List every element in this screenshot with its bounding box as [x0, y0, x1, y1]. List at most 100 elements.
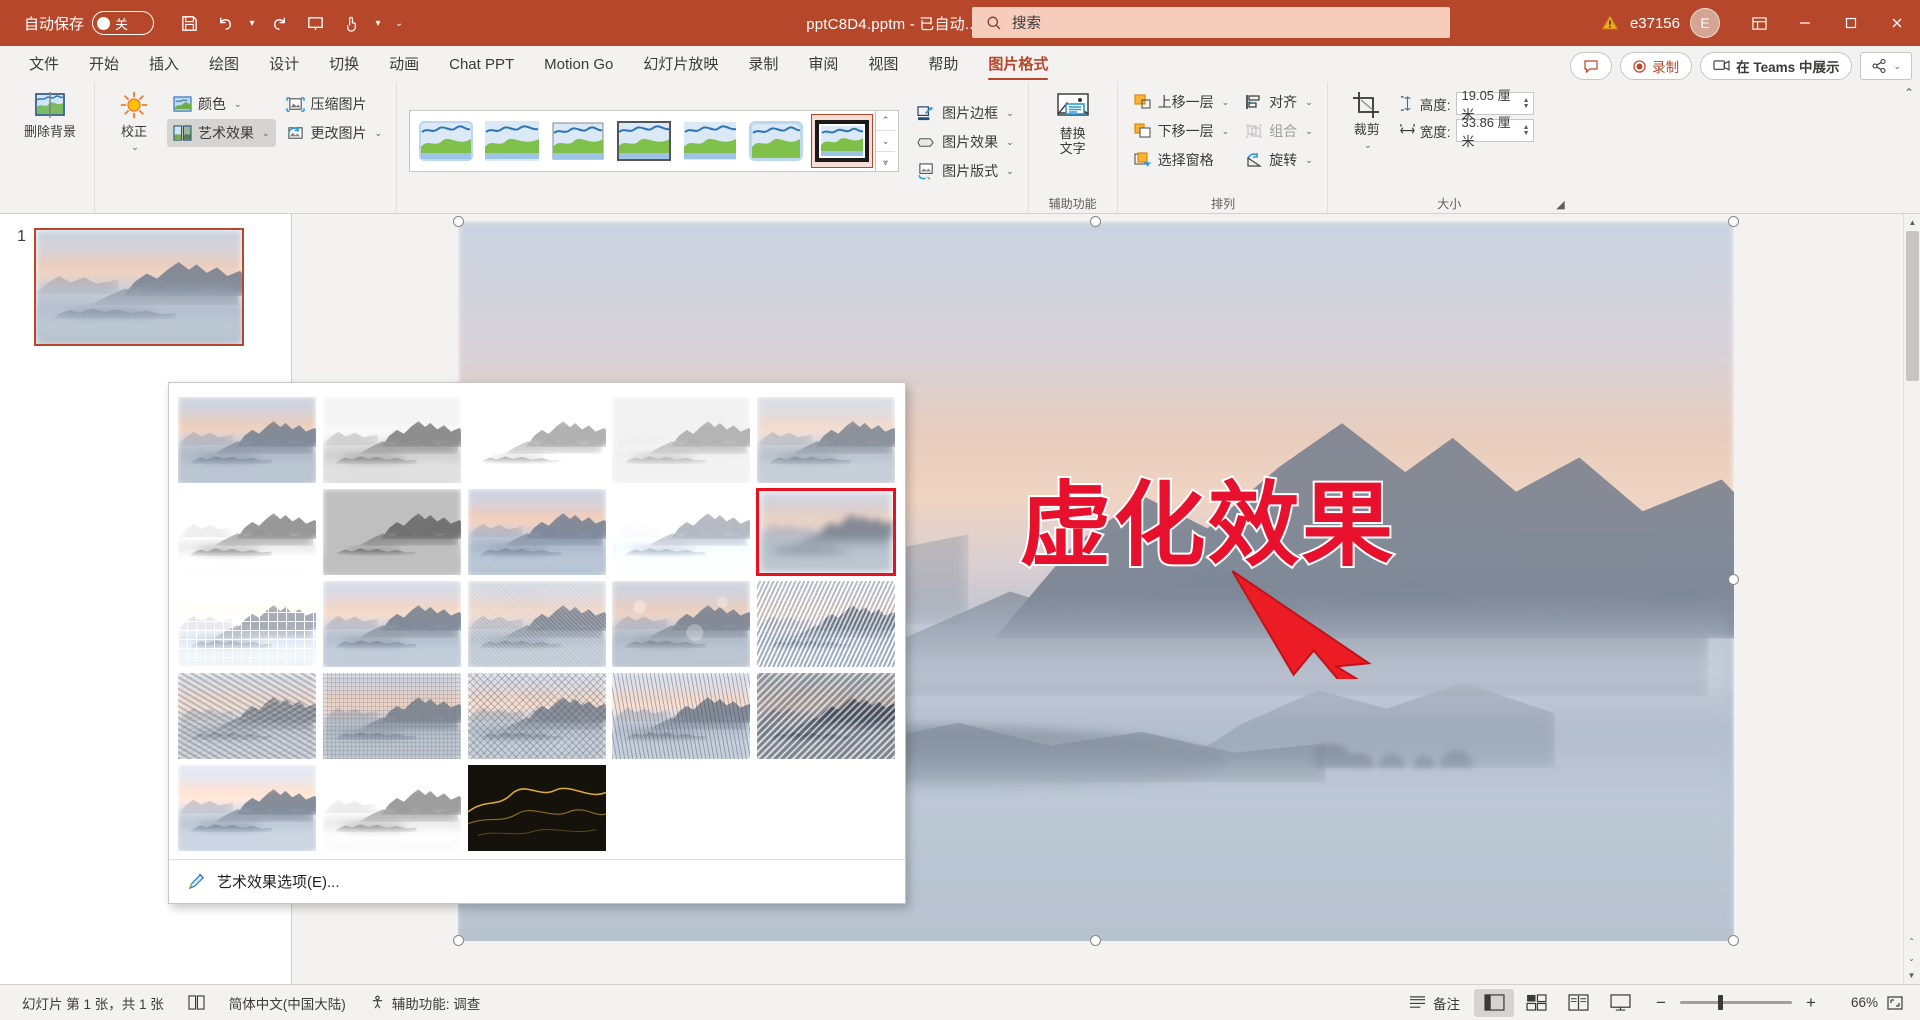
tab-design[interactable]: 设计 [254, 48, 314, 82]
bring-forward-button[interactable]: 上移一层 ⌄ [1128, 88, 1236, 116]
notes-button[interactable]: 备注 [1397, 989, 1472, 1017]
artistic-effect-watercolor-sponge[interactable] [322, 580, 462, 668]
send-backward-button[interactable]: 下移一层 ⌄ [1128, 117, 1236, 145]
artistic-effect-none[interactable] [177, 396, 317, 484]
group-dropdown-icon[interactable]: ⌄ [1305, 126, 1313, 137]
tab-motion-go[interactable]: Motion Go [529, 48, 628, 82]
color-button[interactable]: 颜色 ⌄ [167, 90, 276, 118]
crop-dropdown-icon[interactable]: ⌄ [1364, 140, 1372, 151]
rotate-button[interactable]: 旋转 ⌄ [1239, 146, 1319, 174]
corrections-dropdown-icon[interactable]: ⌄ [131, 142, 139, 153]
artistic-effect-options-item[interactable]: 艺术效果选项(E)... [169, 859, 905, 903]
ribbon-collapse-icon[interactable]: ⌃ [1904, 86, 1914, 100]
undo-icon[interactable] [208, 7, 242, 39]
tab-help[interactable]: 帮助 [913, 48, 973, 82]
corrections-button[interactable]: 校正 ⌄ [105, 86, 163, 158]
selection-handle-bottom-center[interactable] [1090, 935, 1101, 946]
zoom-out-button[interactable]: − [1652, 993, 1670, 1013]
artistic-effect-marker[interactable] [322, 396, 462, 484]
gallery-scroll-down-icon[interactable]: ⌄ [876, 131, 896, 152]
picture-border-dropdown-icon[interactable]: ⌄ [1006, 108, 1014, 119]
align-dropdown-icon[interactable]: ⌄ [1305, 97, 1313, 108]
artistic-effect-chalk-sketch[interactable] [177, 488, 317, 576]
picture-style-thumb[interactable] [547, 114, 609, 168]
artistic-effect-paint-brush[interactable] [467, 488, 607, 576]
picture-width-field[interactable]: 宽度: 33.86 厘米 ▲ ▼ [1399, 115, 1534, 149]
save-icon[interactable] [172, 7, 206, 39]
artistic-effect-cutout[interactable] [177, 764, 317, 852]
tab-review[interactable]: 审阅 [793, 48, 853, 82]
picture-styles-scroll[interactable]: ⌃ ⌄ ⩔ [875, 110, 896, 172]
tab-slideshow[interactable]: 幻灯片放映 [628, 48, 733, 82]
zoom-slider-knob[interactable] [1718, 995, 1723, 1010]
picture-width-spinner[interactable]: ▲ ▼ [1523, 124, 1530, 137]
artistic-effect-crisscross-etching[interactable] [467, 672, 607, 760]
tab-file[interactable]: 文件 [14, 48, 74, 82]
redo-icon[interactable] [262, 7, 296, 39]
tab-record[interactable]: 录制 [733, 48, 793, 82]
color-dropdown-icon[interactable]: ⌄ [234, 99, 242, 110]
undo-dropdown-icon[interactable]: ▾ [244, 7, 260, 39]
slide-thumbnail-1[interactable] [34, 228, 244, 346]
artistic-effect-paint-strokes[interactable] [322, 488, 462, 576]
zoom-in-button[interactable]: + [1802, 993, 1820, 1013]
tab-chat-ppt[interactable]: Chat PPT [434, 48, 529, 82]
artistic-effect-light-screen[interactable] [177, 580, 317, 668]
slide-layout-icon[interactable] [176, 989, 217, 1017]
zoom-slider[interactable] [1680, 995, 1792, 1010]
artistic-effect-film-grain[interactable] [467, 580, 607, 668]
minimize-button[interactable] [1782, 0, 1828, 46]
comments-button[interactable] [1570, 52, 1613, 80]
view-slide-sorter-button[interactable] [1516, 989, 1556, 1017]
language-button[interactable]: 简体中文(中国大陆) [217, 989, 358, 1017]
picture-style-thumb[interactable] [481, 114, 543, 168]
autosave-toggle[interactable]: 关 [92, 11, 155, 35]
picture-style-thumb[interactable] [415, 114, 477, 168]
align-button[interactable]: 对齐 ⌄ [1239, 88, 1319, 116]
gallery-scroll-up-icon[interactable]: ⌃ [876, 110, 896, 131]
bring-forward-dropdown-icon[interactable]: ⌄ [1222, 97, 1230, 108]
picture-style-thumb[interactable] [679, 114, 741, 168]
search-input[interactable]: 搜索 [972, 7, 1450, 38]
start-slideshow-icon[interactable] [298, 7, 332, 39]
tab-draw[interactable]: 绘图 [194, 48, 254, 82]
artistic-effect-texturizer[interactable] [322, 672, 462, 760]
picture-styles-gallery[interactable]: ⌃ ⌄ ⩔ [409, 110, 900, 172]
picture-style-thumb[interactable] [745, 114, 807, 168]
autosave-control[interactable]: 自动保存 关 [24, 11, 155, 35]
selection-handle-top-center[interactable] [1090, 216, 1101, 227]
close-button[interactable] [1874, 0, 1920, 46]
picture-layout-dropdown-icon[interactable]: ⌄ [1006, 166, 1014, 177]
fit-slide-to-window-button[interactable] [1880, 989, 1910, 1017]
zoom-level-label[interactable]: 66% [1832, 995, 1878, 1010]
alt-text-button[interactable]: 替换 文字 [1037, 86, 1109, 161]
thumbnail-row[interactable]: 1 [0, 228, 291, 346]
share-button[interactable]: ⌄ [1860, 52, 1912, 80]
artistic-effect-glow-diffused[interactable] [611, 488, 751, 576]
compress-picture-button[interactable]: 压缩图片 [280, 90, 389, 118]
artistic-effect-blur[interactable] [756, 488, 897, 576]
warning-icon[interactable] [1600, 13, 1620, 33]
artistic-effect-pencil-sketch[interactable] [611, 396, 751, 484]
picture-effects-button[interactable]: 图片效果 ⌄ [911, 128, 1020, 156]
artistic-effect-line-drawing[interactable] [756, 396, 896, 484]
artistic-effect-mosaic-bubbles[interactable] [611, 580, 751, 668]
change-picture-button[interactable]: 更改图片 ⌄ [280, 119, 389, 147]
account-name[interactable]: e37156 [1630, 15, 1680, 32]
artistic-effect-glowing-edges[interactable] [467, 764, 607, 852]
scroll-up-icon[interactable]: ▲ [1904, 214, 1920, 231]
picture-layout-button[interactable]: 图片版式 ⌄ [911, 157, 1020, 185]
size-dialog-launcher-icon[interactable]: ◢ [1556, 198, 1564, 211]
selection-handle-bottom-right[interactable] [1728, 935, 1739, 946]
send-backward-dropdown-icon[interactable]: ⌄ [1222, 126, 1230, 137]
tab-insert[interactable]: 插入 [134, 48, 194, 82]
maximize-button[interactable] [1828, 0, 1874, 46]
selection-pane-button[interactable]: 选择窗格 [1128, 146, 1236, 174]
crop-button[interactable]: 裁剪 ⌄ [1338, 86, 1396, 156]
artistic-effect-photocopy[interactable] [322, 764, 462, 852]
remove-background-button[interactable]: 删除背景 [14, 86, 86, 144]
touch-mode-dropdown-icon[interactable]: ▾ [370, 7, 386, 39]
picture-effects-dropdown-icon[interactable]: ⌄ [1006, 137, 1014, 148]
ribbon-display-options-icon[interactable] [1736, 0, 1782, 46]
present-in-teams-button[interactable]: 在 Teams 中展示 [1700, 52, 1853, 80]
